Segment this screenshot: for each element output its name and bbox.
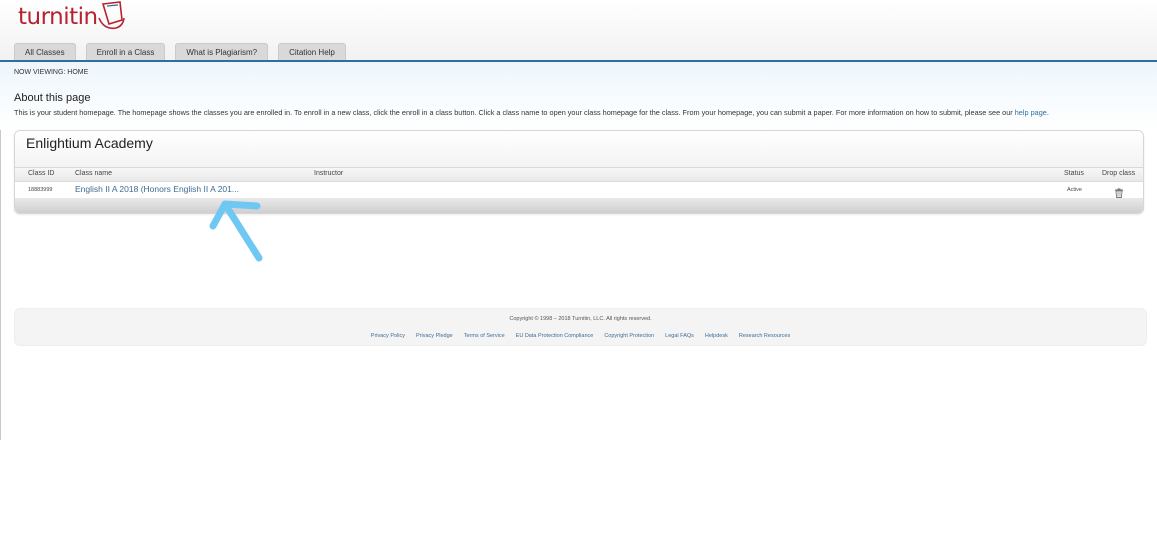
class-id-cell: 18883999	[28, 187, 53, 193]
column-instructor: Instructor	[314, 170, 344, 177]
page-description-text: This is your student homepage. The homep…	[14, 108, 1015, 117]
footer-link-copyright-protection[interactable]: Copyright Protection	[604, 333, 654, 339]
turnitin-logo[interactable]: turnitin	[18, 0, 126, 36]
page-title: About this page	[14, 92, 91, 104]
copyright-text: Copyright © 1998 – 2018 Turnitin, LLC. A…	[509, 316, 652, 322]
footer-link-eu-data-protection[interactable]: EU Data Protection Compliance	[516, 333, 594, 339]
institution-box-footer	[15, 198, 1143, 213]
logo-mark-icon	[97, 1, 125, 30]
institution-class-box: Enlightium Academy Class ID Class name I…	[14, 130, 1144, 214]
institution-header: Enlightium Academy	[15, 131, 1143, 168]
footer-link-research-resources[interactable]: Research Resources	[739, 333, 790, 339]
status-cell: Active	[1067, 187, 1082, 193]
tab-enroll-in-a-class[interactable]: Enroll in a Class	[85, 43, 166, 60]
column-status: Status	[1064, 170, 1084, 177]
class-name-link[interactable]: English II A 2018 (Honors English II A 2…	[75, 184, 239, 194]
breadcrumb: NOW VIEWING: HOME	[14, 69, 89, 76]
class-table-header: Class ID Class name Instructor Status Dr…	[15, 168, 1143, 182]
page-description: This is your student homepage. The homep…	[14, 108, 1049, 117]
institution-name: Enlightium Academy	[26, 135, 153, 151]
column-class-name: Class name	[75, 170, 112, 177]
tab-citation-help[interactable]: Citation Help	[278, 43, 346, 60]
table-row: 18883999 English II A 2018 (Honors Engli…	[15, 182, 1143, 198]
help-page-link[interactable]: help page	[1015, 108, 1047, 117]
footer-link-legal-faqs[interactable]: Legal FAQs	[665, 333, 694, 339]
footer-link-helpdesk[interactable]: Helpdesk	[705, 333, 728, 339]
footer-link-privacy-policy[interactable]: Privacy Policy	[371, 333, 405, 339]
footer-link-privacy-pledge[interactable]: Privacy Pledge	[416, 333, 453, 339]
content-background	[0, 62, 1157, 130]
footer-links: Privacy Policy Privacy Pledge Terms of S…	[15, 333, 1146, 339]
description-period: .	[1046, 108, 1049, 117]
header: turnitin All Classes Enroll in a Class W…	[0, 0, 1157, 62]
site-footer: Copyright © 1998 – 2018 Turnitin, LLC. A…	[14, 308, 1147, 346]
main-tabs: All Classes Enroll in a Class What is Pl…	[14, 43, 346, 60]
footer-link-terms-of-service[interactable]: Terms of Service	[464, 333, 505, 339]
column-drop-class: Drop class	[1102, 170, 1136, 177]
tab-all-classes[interactable]: All Classes	[14, 43, 76, 60]
tab-what-is-plagiarism[interactable]: What is Plagiarism?	[175, 43, 269, 60]
column-class-id: Class ID	[28, 170, 55, 177]
logo-text: turnitin	[18, 4, 98, 30]
